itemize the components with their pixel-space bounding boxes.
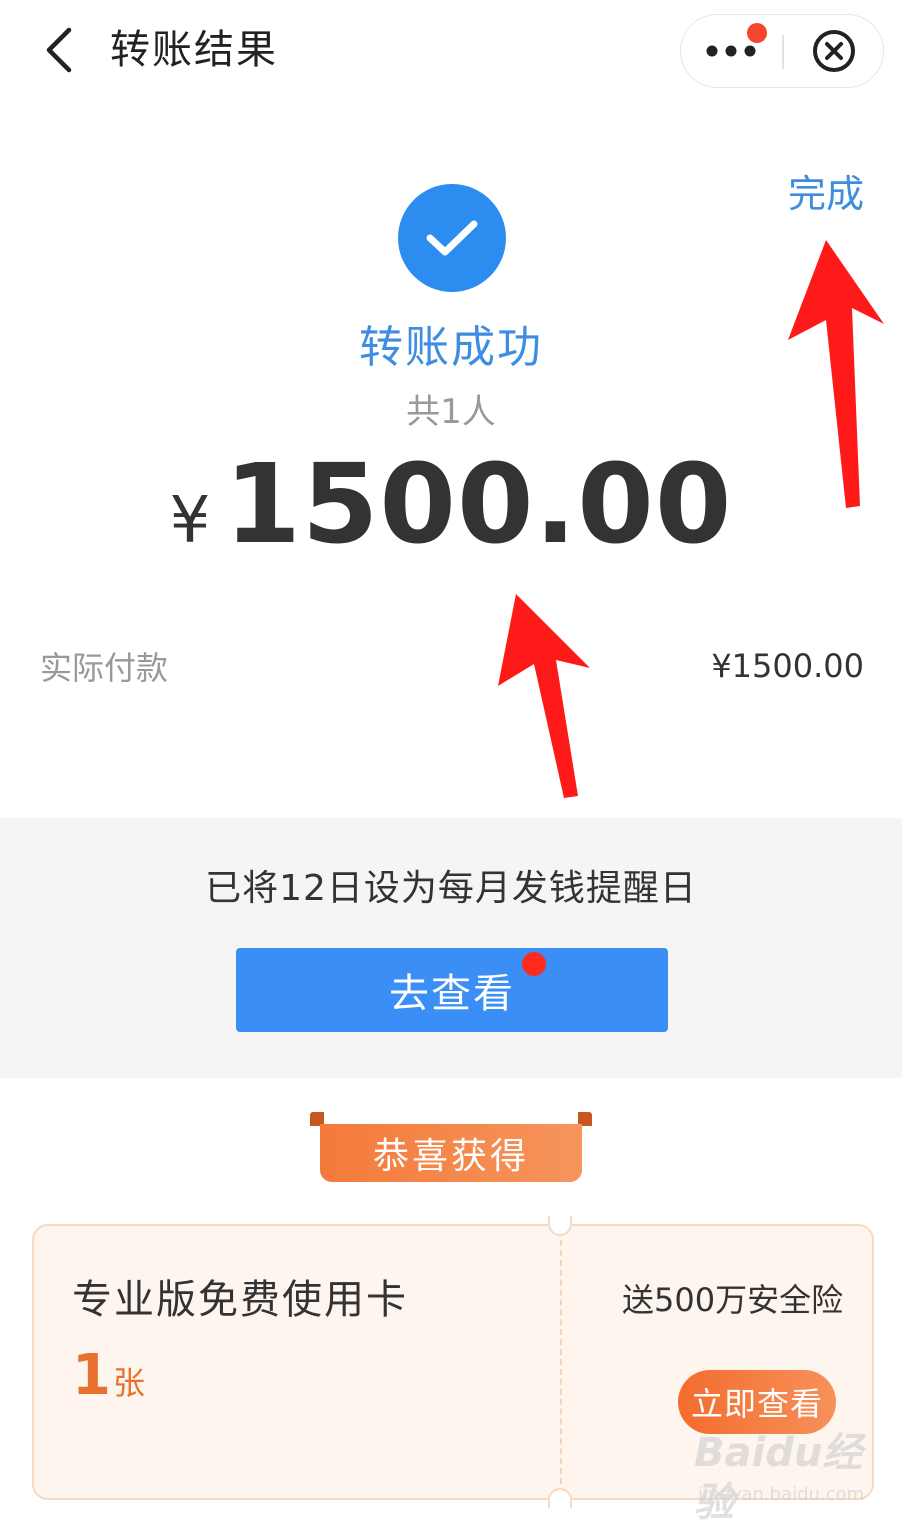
more-button[interactable] xyxy=(681,15,781,87)
actual-payment-label: 实际付款 xyxy=(40,649,169,687)
coupon-title: 专业版免费使用卡 xyxy=(72,1277,408,1323)
actual-payment-row: 实际付款 ¥1500.00 xyxy=(40,642,864,690)
notification-dot xyxy=(747,23,767,43)
mini-program-capsule xyxy=(680,14,884,88)
check-circle-icon xyxy=(398,184,506,292)
annotation-arrow-amount xyxy=(498,594,590,798)
transfer-amount: ¥ 1500.00 xyxy=(0,440,902,570)
coupon-description: 送500万安全险 xyxy=(622,1281,844,1319)
coupon-notch-top xyxy=(548,1216,572,1236)
congrats-ribbon: 恭喜获得 xyxy=(310,1112,592,1182)
button-notification-dot xyxy=(522,952,546,976)
annotation-arrow-done xyxy=(788,240,884,508)
coupon-quantity-number: 1 xyxy=(72,1343,111,1408)
currency-symbol: ¥ xyxy=(169,484,211,558)
chevron-left-icon xyxy=(46,27,72,73)
coupon-divider xyxy=(560,1240,562,1484)
baidu-watermark: Baidu经验 jingyan.baidu.com xyxy=(690,1428,890,1528)
reminder-section: 已将12日设为每月发钱提醒日 去查看 xyxy=(0,818,902,1078)
ribbon-label: 恭喜获得 xyxy=(372,1136,529,1177)
go-view-button[interactable]: 去查看 xyxy=(236,948,668,1032)
close-button[interactable] xyxy=(784,15,884,87)
transfer-status: 转账成功 xyxy=(359,322,543,373)
page-title: 转账结果 xyxy=(110,27,278,73)
reminder-text: 已将12日设为每月发钱提醒日 xyxy=(205,868,697,909)
done-button[interactable]: 完成 xyxy=(788,170,864,218)
actual-payment-value: ¥1500.00 xyxy=(711,647,864,685)
go-view-label: 去查看 xyxy=(389,971,515,1017)
coupon-notch-bottom xyxy=(548,1488,572,1508)
back-button[interactable] xyxy=(30,20,86,80)
view-now-button[interactable]: 立即查看 xyxy=(678,1370,836,1434)
checkmark-icon xyxy=(426,220,478,256)
watermark-brand: Baidu经验 xyxy=(694,1430,863,1526)
ribbon-body: 恭喜获得 xyxy=(320,1124,582,1182)
recipient-count: 共1人 xyxy=(406,392,496,432)
coupon-quantity: 1张 xyxy=(72,1344,145,1421)
close-circle-icon xyxy=(813,30,855,72)
watermark-url: jingyan.baidu.com xyxy=(698,1484,865,1505)
view-now-label: 立即查看 xyxy=(690,1385,823,1423)
amount-value: 1500.00 xyxy=(224,440,733,568)
coupon-quantity-unit: 张 xyxy=(112,1364,145,1402)
transfer-result-page: 转账结果 完成 转账成功 共1人 ¥ 1500.00 实际付款 ¥1500.00… xyxy=(0,0,902,1536)
top-navbar: 转账结果 xyxy=(0,0,902,100)
more-dots-icon xyxy=(706,45,756,57)
